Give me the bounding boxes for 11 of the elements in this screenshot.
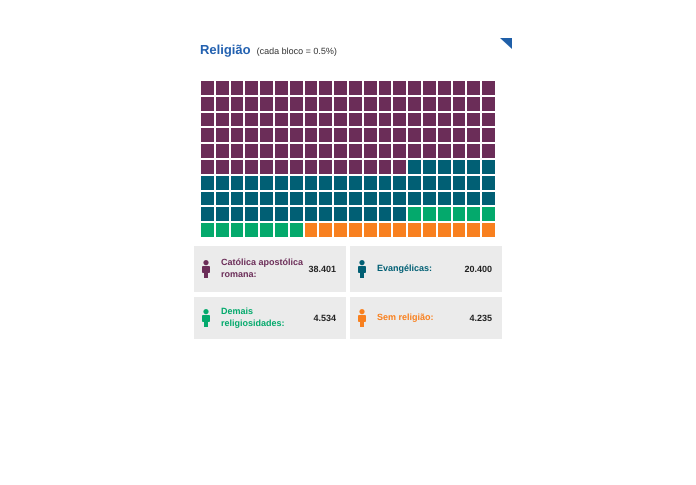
corner-triangle-icon xyxy=(500,38,512,49)
category-label: Demais religiosidades: xyxy=(221,306,286,330)
category-count: 38.401 xyxy=(308,264,336,274)
category-count: 4.235 xyxy=(469,312,492,323)
category-label: Católica apostólica romana: xyxy=(221,257,304,281)
chart-subtitle: (cada bloco = 0.5%) xyxy=(256,46,337,56)
category-label: Evangélicas: xyxy=(377,263,434,275)
chart-title: Religião xyxy=(200,42,251,57)
category-count: 4.534 xyxy=(313,312,336,323)
category-label: Sem religião: xyxy=(377,312,435,324)
category-count: 20.400 xyxy=(464,264,492,274)
